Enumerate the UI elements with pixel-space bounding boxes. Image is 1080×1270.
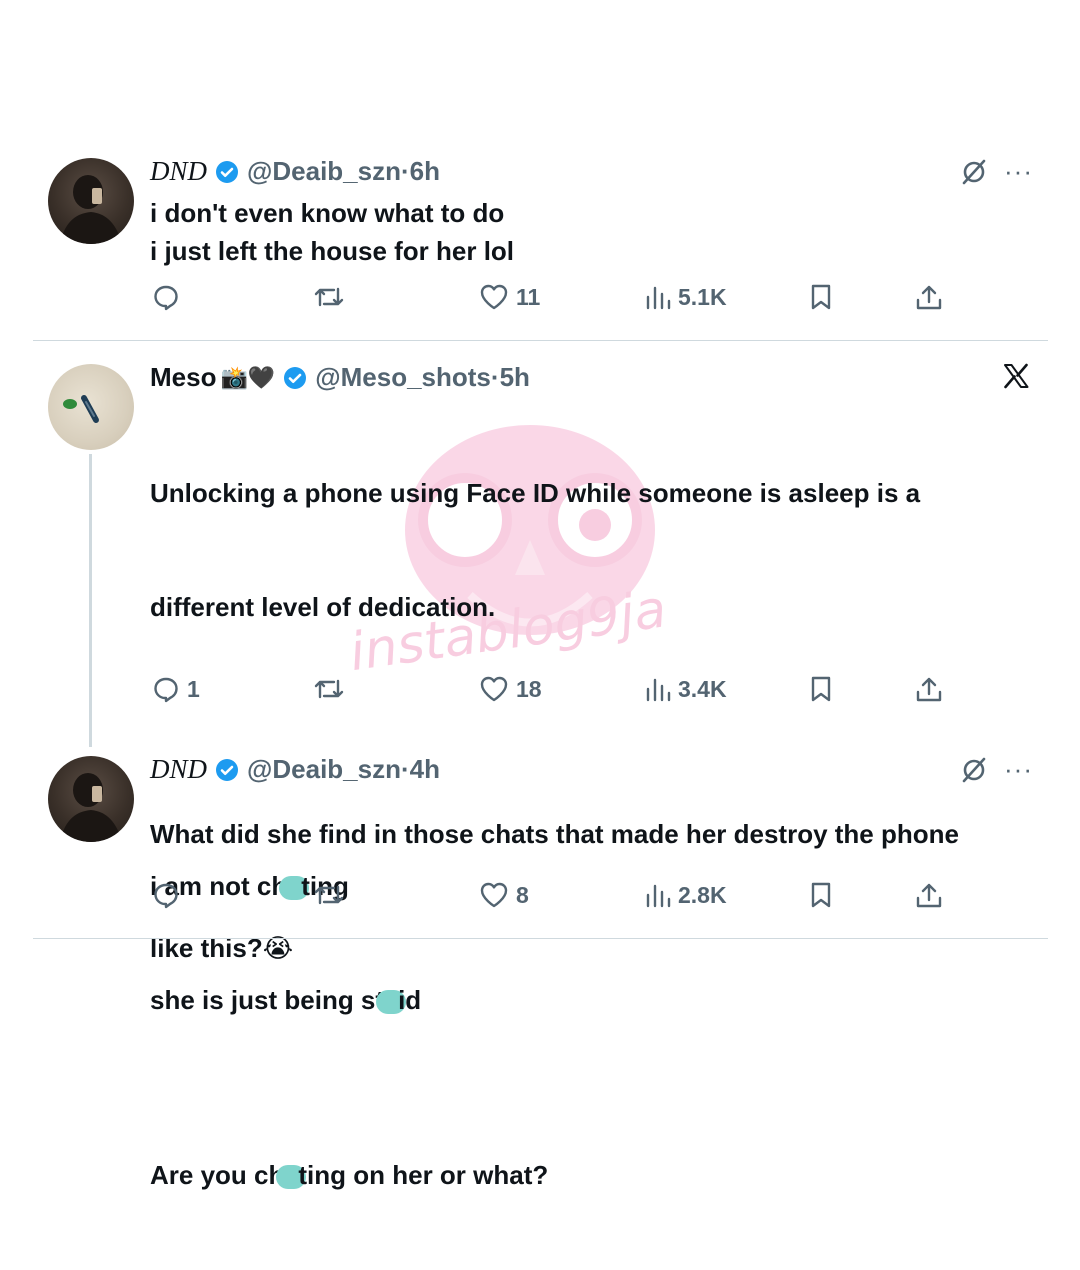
tweet-header: DND @Deaib_szn · 4h (150, 754, 440, 785)
views-count: 3.4K (678, 675, 727, 702)
divider (33, 340, 1048, 341)
like-button[interactable]: 18 (479, 675, 542, 703)
retweet-button[interactable] (312, 283, 346, 311)
display-name[interactable]: Meso (150, 362, 216, 393)
like-icon (480, 676, 508, 702)
handle[interactable]: @Deaib_szn (247, 156, 401, 187)
dot-separator: · (400, 754, 410, 784)
retweet-button[interactable] (312, 675, 346, 703)
reply-count: 1 (187, 675, 200, 702)
tweet-line: i just left the house for her lol (150, 236, 515, 266)
like-icon (480, 882, 508, 908)
name-emojis: 📸🖤 (220, 364, 276, 390)
like-count: 8 (516, 881, 529, 908)
views-icon (646, 678, 671, 702)
retweet-icon (314, 679, 344, 699)
bookmark-button[interactable] (808, 675, 834, 703)
censor-blot (276, 1165, 307, 1190)
avatar[interactable] (48, 756, 134, 842)
more-icon[interactable]: ··· (1004, 754, 1033, 785)
timestamp[interactable]: 5h (500, 362, 530, 393)
share-button[interactable] (914, 675, 944, 703)
tweet-top-actions (1002, 362, 1030, 390)
reply-icon (154, 285, 178, 311)
share-icon (916, 677, 942, 702)
display-name[interactable]: DND (150, 754, 207, 785)
action-bar: 11 5.1K (0, 283, 1080, 317)
tweet-top-actions: ··· (960, 754, 1033, 785)
bookmark-button[interactable] (808, 283, 834, 311)
timestamp[interactable]: 6h (410, 156, 440, 187)
tweet-header: Meso 📸🖤 @Meso_shots · 5h (150, 362, 530, 393)
share-icon (916, 883, 942, 908)
views-icon (646, 286, 671, 310)
like-button[interactable]: 8 (479, 881, 529, 909)
avatar[interactable] (48, 158, 134, 244)
tweet-line: Unlocking a phone using Face ID while so… (150, 478, 921, 508)
action-bar: 1 18 3.4K (0, 675, 1080, 709)
tweet-line: Are you ch ting on her or what? (150, 1160, 549, 1190)
tweet-line: i don't even know what to do (150, 198, 505, 228)
share-icon (916, 285, 942, 310)
display-name[interactable]: DND (150, 156, 207, 187)
views-count: 5.1K (678, 283, 727, 310)
tweet-top-actions: ··· (960, 156, 1033, 187)
views-count: 2.8K (678, 881, 727, 908)
divider (33, 938, 1048, 939)
dot-separator: · (400, 156, 410, 186)
action-bar: 8 2.8K (0, 881, 1080, 915)
views-button[interactable]: 2.8K (645, 881, 727, 909)
censor-blot (376, 990, 407, 1015)
verified-badge-icon (284, 366, 307, 389)
tweet-line: different level of dedication. (150, 592, 496, 622)
views-button[interactable]: 3.4K (645, 675, 727, 703)
reply-button[interactable]: 1 (152, 675, 200, 703)
bookmark-icon (811, 676, 831, 702)
like-icon (480, 284, 508, 310)
reply-button[interactable] (152, 283, 180, 311)
like-button[interactable]: 11 (479, 283, 540, 311)
x-logo-icon[interactable] (1002, 362, 1030, 390)
timestamp[interactable]: 4h (410, 754, 440, 785)
more-icon[interactable]: ··· (1004, 156, 1033, 187)
bookmark-button[interactable] (808, 881, 834, 909)
handle[interactable]: @Deaib_szn (247, 754, 401, 785)
share-button[interactable] (914, 881, 944, 909)
retweet-icon (314, 885, 344, 905)
tweet-header: DND @Deaib_szn · 6h (150, 156, 440, 187)
reply-button[interactable] (152, 881, 180, 909)
tweet-line: she is just being st id (150, 985, 422, 1015)
avatar[interactable] (48, 364, 134, 450)
like-count: 11 (516, 283, 541, 310)
bookmark-icon (811, 284, 831, 310)
like-count: 18 (516, 675, 542, 702)
grok-icon[interactable] (960, 756, 988, 784)
grok-icon[interactable] (960, 158, 988, 186)
reply-icon (154, 677, 178, 703)
retweet-icon (314, 287, 344, 307)
bookmark-icon (811, 882, 831, 908)
retweet-button[interactable] (312, 881, 346, 909)
verified-badge-icon (216, 160, 239, 183)
reply-icon (154, 883, 178, 909)
share-button[interactable] (914, 283, 944, 311)
handle[interactable]: @Meso_shots (315, 362, 491, 393)
views-button[interactable]: 5.1K (645, 283, 727, 311)
dot-separator: · (490, 362, 500, 392)
tweet-text: i don't even know what to do i just left … (150, 194, 514, 270)
views-icon (646, 884, 671, 908)
verified-badge-icon (216, 758, 239, 781)
tweet-text: i am not ch ting she is just being st id (150, 791, 421, 1095)
